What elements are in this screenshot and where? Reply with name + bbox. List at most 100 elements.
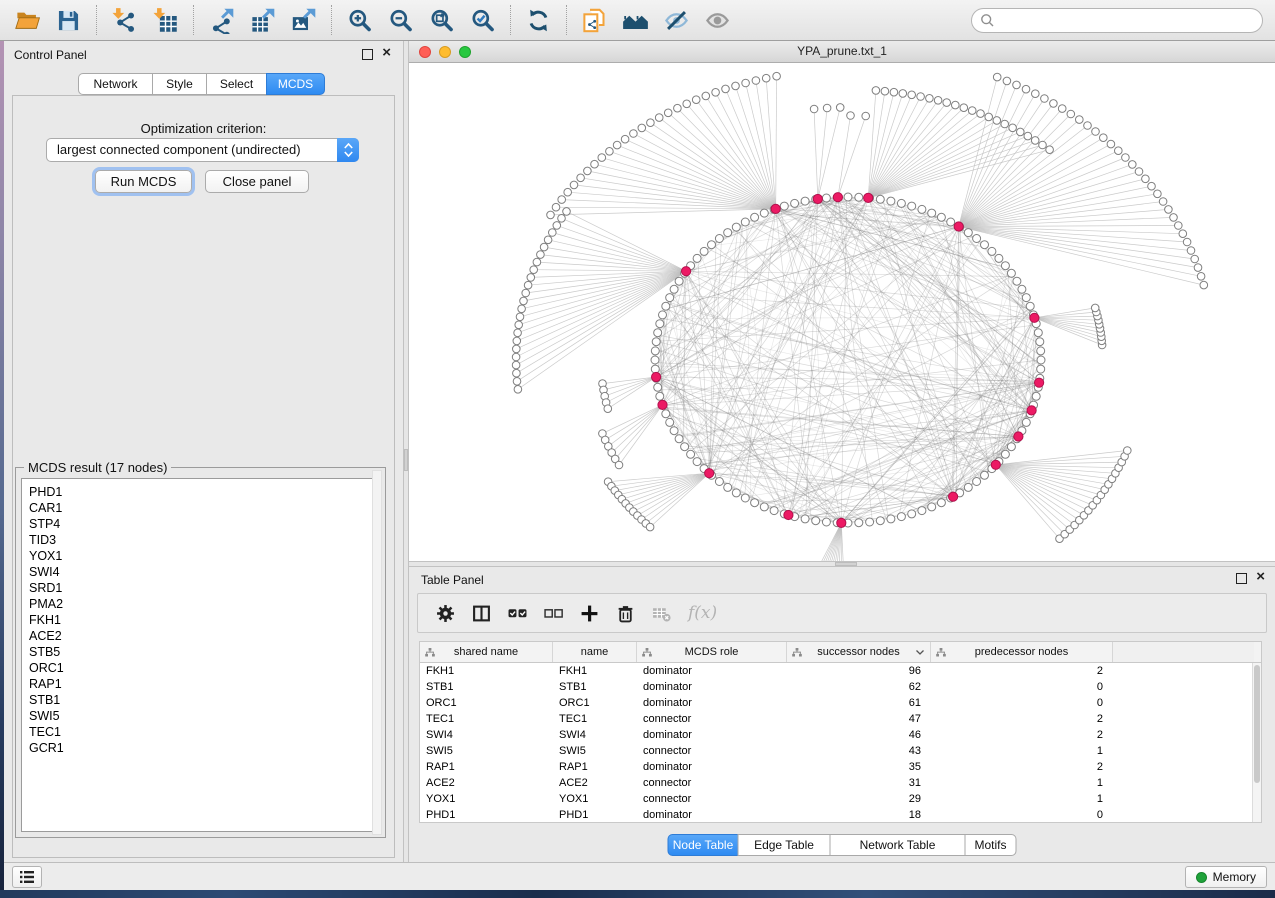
table-row[interactable]: STB1STB1dominator620 bbox=[420, 679, 1261, 695]
cell[interactable]: PHD1 bbox=[553, 807, 637, 823]
cell[interactable]: YOX1 bbox=[553, 791, 637, 807]
cell[interactable]: 61 bbox=[787, 695, 931, 711]
table-row[interactable]: TEC1TEC1connector472 bbox=[420, 711, 1261, 727]
cell[interactable]: SWI5 bbox=[420, 743, 553, 759]
panel-list-button[interactable] bbox=[12, 866, 42, 888]
mcds-result-item[interactable]: RAP1 bbox=[29, 676, 379, 692]
cell[interactable]: RAP1 bbox=[553, 759, 637, 775]
cell[interactable]: 29 bbox=[787, 791, 931, 807]
column-header-name[interactable]: name bbox=[553, 642, 637, 662]
zoom-selected-button[interactable] bbox=[462, 4, 503, 36]
cell[interactable]: 62 bbox=[787, 679, 931, 695]
save-session-button[interactable] bbox=[48, 4, 89, 36]
tab-network-table[interactable]: Network Table bbox=[830, 834, 965, 856]
refresh-view-button[interactable] bbox=[518, 4, 559, 36]
cell[interactable]: STB1 bbox=[553, 679, 637, 695]
tab-mcds[interactable]: MCDS bbox=[266, 73, 325, 95]
table-row[interactable]: PHD1PHD1dominator180 bbox=[420, 807, 1261, 823]
cell[interactable]: 18 bbox=[787, 807, 931, 823]
cell[interactable]: 46 bbox=[787, 727, 931, 743]
tab-network[interactable]: Network bbox=[78, 73, 152, 95]
export-image-button[interactable] bbox=[283, 4, 324, 36]
cell[interactable]: ACE2 bbox=[553, 775, 637, 791]
cell[interactable]: connector bbox=[637, 743, 787, 759]
cell[interactable]: TEC1 bbox=[553, 711, 637, 727]
cell[interactable]: STB1 bbox=[420, 679, 553, 695]
cell[interactable]: TEC1 bbox=[420, 711, 553, 727]
cell[interactable]: 31 bbox=[787, 775, 931, 791]
import-table-button[interactable] bbox=[145, 4, 186, 36]
table-row[interactable]: SWI4SWI4dominator462 bbox=[420, 727, 1261, 743]
table-row[interactable]: ORC1ORC1dominator610 bbox=[420, 695, 1261, 711]
mcds-result-item[interactable]: TEC1 bbox=[29, 724, 379, 740]
cell[interactable]: 1 bbox=[931, 791, 1113, 807]
table-row[interactable]: YOX1YOX1connector291 bbox=[420, 791, 1261, 807]
cell[interactable]: 2 bbox=[931, 663, 1113, 679]
zoom-out-button[interactable] bbox=[380, 4, 421, 36]
cell[interactable]: YOX1 bbox=[420, 791, 553, 807]
cell[interactable]: ORC1 bbox=[553, 695, 637, 711]
splitter-grip[interactable] bbox=[835, 562, 857, 566]
splitter-grip[interactable] bbox=[404, 449, 408, 471]
cell[interactable]: 0 bbox=[931, 695, 1113, 711]
mcds-result-item[interactable]: CAR1 bbox=[29, 500, 379, 516]
add-column-button[interactable] bbox=[580, 604, 599, 623]
optimization-criterion-select[interactable]: largest connected component (undirected) bbox=[46, 138, 359, 162]
tab-style[interactable]: Style bbox=[152, 73, 206, 95]
table-scrollbar-thumb[interactable] bbox=[1254, 665, 1260, 783]
tab-motifs[interactable]: Motifs bbox=[965, 834, 1017, 856]
network-from-selection-button[interactable] bbox=[574, 4, 615, 36]
cell[interactable]: 0 bbox=[931, 807, 1113, 823]
mcds-result-item[interactable]: STP4 bbox=[29, 516, 379, 532]
mcds-result-item[interactable]: ACE2 bbox=[29, 628, 379, 644]
cell[interactable]: dominator bbox=[637, 695, 787, 711]
cell[interactable]: 1 bbox=[931, 775, 1113, 791]
cell[interactable]: ACE2 bbox=[420, 775, 553, 791]
mcds-result-item[interactable]: STB5 bbox=[29, 644, 379, 660]
table-row[interactable]: FKH1FKH1dominator962 bbox=[420, 663, 1261, 679]
cell[interactable]: SWI5 bbox=[553, 743, 637, 759]
column-header-successor-nodes[interactable]: successor nodes bbox=[787, 642, 931, 662]
open-file-button[interactable] bbox=[7, 4, 48, 36]
export-table-button[interactable] bbox=[242, 4, 283, 36]
cell[interactable]: 2 bbox=[931, 727, 1113, 743]
mcds-result-item[interactable]: SWI4 bbox=[29, 564, 379, 580]
cell[interactable]: 2 bbox=[931, 759, 1113, 775]
cell[interactable]: ORC1 bbox=[420, 695, 553, 711]
network-graph[interactable] bbox=[409, 63, 1275, 561]
cell[interactable]: RAP1 bbox=[420, 759, 553, 775]
column-header-predecessor-nodes[interactable]: predecessor nodes bbox=[931, 642, 1113, 662]
mcds-result-item[interactable]: GCR1 bbox=[29, 740, 379, 756]
cell[interactable]: dominator bbox=[637, 679, 787, 695]
table-scrollbar[interactable] bbox=[1252, 663, 1261, 822]
mcds-result-item[interactable]: TID3 bbox=[29, 532, 379, 548]
mcds-result-item[interactable]: SWI5 bbox=[29, 708, 379, 724]
cell[interactable]: FKH1 bbox=[420, 663, 553, 679]
tab-select[interactable]: Select bbox=[206, 73, 266, 95]
cell[interactable]: dominator bbox=[637, 807, 787, 823]
deselect-all-rows-button[interactable] bbox=[544, 604, 563, 623]
import-network-button[interactable] bbox=[104, 4, 145, 36]
hide-selected-button[interactable] bbox=[656, 4, 697, 36]
mcds-result-item[interactable]: YOX1 bbox=[29, 548, 379, 564]
table-row[interactable]: RAP1RAP1dominator352 bbox=[420, 759, 1261, 775]
tab-edge-table[interactable]: Edge Table bbox=[738, 834, 830, 856]
cell[interactable]: dominator bbox=[637, 663, 787, 679]
first-neighbors-button[interactable] bbox=[615, 4, 656, 36]
mcds-result-item[interactable]: PHD1 bbox=[29, 484, 379, 500]
show-all-button[interactable] bbox=[697, 4, 738, 36]
table-row[interactable]: SWI5SWI5connector431 bbox=[420, 743, 1261, 759]
mcds-result-scrollbar[interactable] bbox=[372, 470, 382, 835]
toggle-panes-button[interactable] bbox=[472, 604, 491, 623]
export-network-button[interactable] bbox=[201, 4, 242, 36]
table-panel-float-button[interactable] bbox=[1236, 573, 1247, 584]
cell[interactable]: connector bbox=[637, 711, 787, 727]
apply-function-button[interactable]: f(x) bbox=[688, 603, 717, 623]
network-canvas[interactable] bbox=[409, 63, 1275, 561]
cell[interactable]: connector bbox=[637, 791, 787, 807]
close-panel-button[interactable]: Close panel bbox=[205, 170, 309, 193]
tab-node-table[interactable]: Node Table bbox=[668, 834, 738, 856]
zoom-fit-button[interactable] bbox=[421, 4, 462, 36]
cell[interactable]: 1 bbox=[931, 743, 1113, 759]
cell[interactable]: 2 bbox=[931, 711, 1113, 727]
